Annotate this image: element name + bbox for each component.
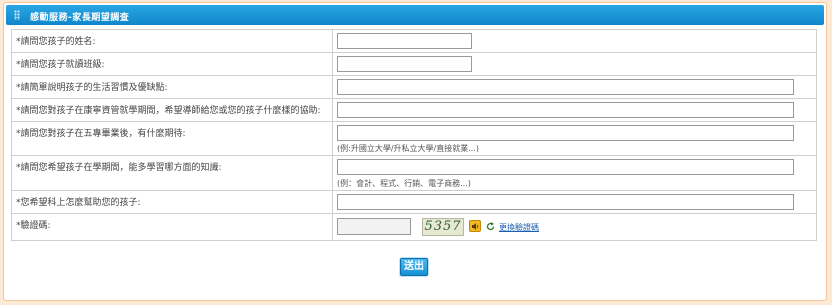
refresh-captcha-link[interactable]: 更換驗證碼 xyxy=(499,222,539,233)
panel-titlebar: 感動服務-家長期望調查 xyxy=(6,5,824,25)
child-name-label: *請問您孩子的姓名: xyxy=(11,29,333,53)
survey-form-table: *請問您孩子的姓名: *請問您孩子就讀班級: *請簡單說明孩子的生活習慣及優缺點… xyxy=(11,29,817,241)
class-input[interactable] xyxy=(337,56,472,72)
form-row-child-name: *請問您孩子的姓名: xyxy=(11,29,817,53)
expectation-input[interactable] xyxy=(337,125,794,141)
submit-button[interactable]: 送出 xyxy=(400,258,428,276)
habits-label: *請簡單說明孩子的生活習慣及優缺點: xyxy=(11,75,333,99)
expectation-hint: (例:升國立大學/升私立大學/直接就業...) xyxy=(337,144,479,153)
grip-icon xyxy=(14,10,20,20)
refresh-icon[interactable] xyxy=(486,222,495,231)
class-cell xyxy=(332,52,817,76)
captcha-input[interactable] xyxy=(337,218,411,235)
form-row-habits: *請簡單說明孩子的生活習慣及優缺點: xyxy=(11,75,817,99)
child-name-cell xyxy=(332,29,817,53)
form-row-captcha: *驗證碼: 5357 更換驗證碼 xyxy=(11,213,817,241)
panel-title: 感動服務-家長期望調查 xyxy=(30,13,130,23)
form-row-assistance: *請問您對孩子在康寧資管就學期間，希望導師給您或您的孩子什麼樣的協助: xyxy=(11,98,817,122)
knowledge-label: *請問您希望孩子在學期間，能多學習哪方面的知識: xyxy=(11,155,333,191)
captcha-image: 5357 xyxy=(422,218,464,236)
captcha-label: *驗證碼: xyxy=(11,213,333,241)
help-input[interactable] xyxy=(337,194,794,210)
child-name-input[interactable] xyxy=(337,33,472,49)
assistance-label: *請問您對孩子在康寧資管就學期間，希望導師給您或您的孩子什麼樣的協助: xyxy=(11,98,333,122)
captcha-cell: 5357 更換驗證碼 xyxy=(332,213,817,241)
expectation-cell: (例:升國立大學/升私立大學/直接就業...) xyxy=(332,121,817,156)
expectation-label: *請問您對孩子在五專畢業後，有什麼期待: xyxy=(11,121,333,156)
form-row-knowledge: *請問您希望孩子在學期間，能多學習哪方面的知識: (例：會計、程式、行銷、電子商… xyxy=(11,155,817,191)
knowledge-cell: (例：會計、程式、行銷、電子商務...) xyxy=(332,155,817,191)
knowledge-input[interactable] xyxy=(337,159,794,175)
assistance-cell xyxy=(332,98,817,122)
habits-input[interactable] xyxy=(337,79,794,95)
knowledge-hint: (例：會計、程式、行銷、電子商務...) xyxy=(337,179,471,188)
help-label: *您希望科上怎麼幫助您的孩子: xyxy=(11,190,333,214)
help-cell xyxy=(332,190,817,214)
form-row-expectation: *請問您對孩子在五專畢業後，有什麼期待: (例:升國立大學/升私立大學/直接就業… xyxy=(11,121,817,156)
speaker-icon[interactable] xyxy=(469,220,481,232)
form-row-class: *請問您孩子就讀班級: xyxy=(11,52,817,76)
habits-cell xyxy=(332,75,817,99)
class-label: *請問您孩子就讀班級: xyxy=(11,52,333,76)
assistance-input[interactable] xyxy=(337,102,794,118)
form-row-help: *您希望科上怎麼幫助您的孩子: xyxy=(11,190,817,214)
